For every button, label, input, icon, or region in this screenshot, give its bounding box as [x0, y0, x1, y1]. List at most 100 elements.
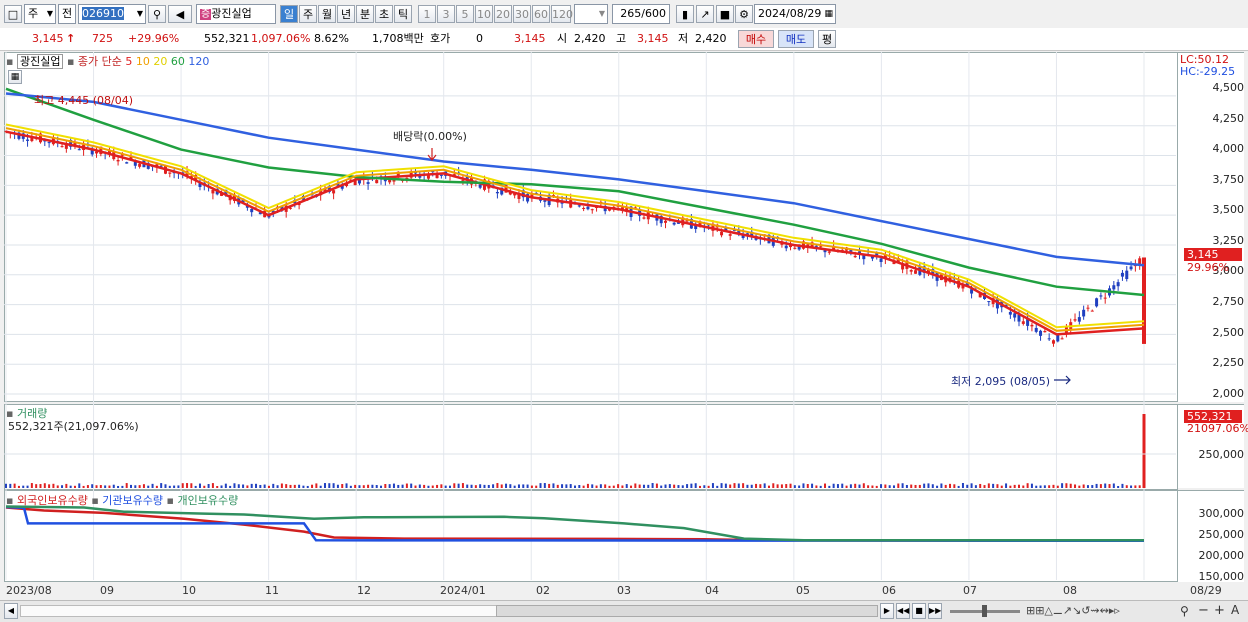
text-tool-icon[interactable]: A — [1231, 603, 1239, 617]
candle-body — [1008, 311, 1012, 315]
interval-5[interactable]: 5 — [456, 5, 474, 23]
candle-body — [1120, 272, 1124, 277]
gear-icon[interactable]: ⚙ — [735, 5, 753, 23]
volume-bar — [548, 483, 551, 488]
volume-bar — [591, 484, 594, 488]
volume-bar — [1043, 485, 1046, 488]
search-icon[interactable]: ⚲ — [148, 5, 166, 23]
volume-bar — [276, 485, 279, 488]
speaker-icon[interactable]: ◀ — [168, 5, 192, 23]
period-second[interactable]: 초 — [375, 5, 393, 23]
volume-bar — [474, 485, 477, 488]
candle-body — [1090, 310, 1094, 312]
stock-name-field[interactable]: 증광진실업 — [196, 4, 276, 24]
x-axis-end-label: 08/29 — [1190, 584, 1222, 597]
volume-bar — [479, 484, 482, 488]
volume-bar — [302, 485, 305, 488]
zoom-search-icon[interactable]: ⚲ — [1180, 604, 1189, 618]
period-tick[interactable]: 틱 — [394, 5, 412, 23]
volume-bar — [737, 483, 740, 488]
chart-window-icon[interactable]: □ — [4, 5, 22, 23]
prev-select[interactable]: 전 — [58, 4, 76, 24]
volume-bar — [884, 484, 887, 488]
candle-type-icon[interactable]: ▮ — [676, 5, 694, 23]
volume-bar — [992, 483, 995, 488]
stop-icon[interactable]: ■ — [912, 603, 926, 619]
volume-bar — [99, 485, 102, 488]
interval-1[interactable]: 1 — [418, 5, 436, 23]
volume-bar — [651, 483, 654, 488]
interval-60[interactable]: 60 — [532, 5, 550, 23]
skip-forward-icon[interactable]: ▶▶ — [928, 603, 942, 619]
draw-tool-icon[interactable]: ↗ — [696, 5, 714, 23]
zoom-out-icon[interactable]: − — [1198, 603, 1209, 618]
interval-20[interactable]: 20 — [494, 5, 512, 23]
price-ytick: 3,250 — [1212, 234, 1245, 247]
volume-bar — [1095, 483, 1098, 488]
volume-bar — [552, 483, 555, 488]
volume-bar — [104, 485, 107, 488]
stock-code-input[interactable]: 026910 ▼ — [78, 4, 146, 24]
interval-3[interactable]: 3 — [437, 5, 455, 23]
volume-badge-pct: 21097.06% — [1187, 422, 1248, 435]
period-year[interactable]: 년 — [337, 5, 355, 23]
volume-bar — [91, 484, 94, 488]
volume-bar — [923, 483, 926, 488]
volume-bar — [599, 484, 602, 488]
period-month[interactable]: 월 — [318, 5, 336, 23]
volume-bar — [811, 483, 814, 488]
volume-ytick: 250,000 — [1198, 448, 1245, 461]
period-type-select[interactable]: 주 ▼ — [24, 4, 56, 24]
candle-body — [1013, 313, 1017, 318]
candle-body — [1051, 340, 1055, 344]
volume-bar — [436, 484, 439, 488]
drawing-tools-icon[interactable]: ⊞⊞△⚊↗↘↺⇝↭▸▹ — [1026, 604, 1120, 617]
date-input[interactable]: 2024/08/29 ▦ — [754, 4, 836, 24]
volume-bar — [789, 483, 792, 488]
stock-name-value: 광진실업 — [211, 7, 252, 20]
volume-bar — [453, 483, 456, 488]
candle-body — [784, 245, 788, 249]
count-input[interactable]: 265/600 — [612, 4, 670, 24]
hoga-label: 호가 — [430, 32, 451, 45]
interval-custom-select[interactable]: ▼ — [574, 4, 608, 24]
zoom-slider-handle[interactable] — [982, 605, 987, 617]
scroll-right-icon[interactable]: ▶ — [880, 603, 894, 619]
save-icon[interactable]: ■ — [716, 5, 734, 23]
open-price: 2,420 — [574, 32, 606, 45]
volume-bar — [983, 485, 986, 488]
eval-button[interactable]: 평 — [818, 30, 836, 48]
interval-10[interactable]: 10 — [475, 5, 493, 23]
interval-30[interactable]: 30 — [513, 5, 531, 23]
candle-body — [1039, 330, 1043, 336]
volume-bar — [711, 483, 714, 488]
volume-bar — [720, 483, 723, 488]
volume-bar — [1121, 483, 1124, 488]
sell-button[interactable]: 매도 — [778, 30, 814, 48]
scroll-left-icon[interactable]: ◀ — [4, 603, 18, 619]
volume-bar — [9, 483, 12, 488]
ma-line-20 — [5, 123, 1145, 329]
zoom-in-icon[interactable]: + — [1214, 603, 1225, 618]
period-week[interactable]: 주 — [299, 5, 317, 23]
skip-back-icon[interactable]: ◀◀ — [896, 603, 910, 619]
interval-120[interactable]: 120 — [551, 5, 573, 23]
volume-bar — [151, 483, 154, 488]
prev-label: 전 — [62, 7, 73, 20]
volume-bar — [815, 485, 818, 488]
period-day[interactable]: 일 — [280, 5, 298, 23]
candle-body — [366, 182, 370, 184]
period-minute[interactable]: 분 — [356, 5, 374, 23]
volume-bar — [755, 483, 758, 488]
candle-body — [582, 207, 586, 209]
volume-bar — [910, 484, 913, 488]
calendar-icon[interactable]: ▦ — [8, 70, 22, 84]
candle-body — [1034, 327, 1038, 332]
volume-bar — [1125, 485, 1128, 488]
buy-button[interactable]: 매수 — [738, 30, 774, 48]
volume-bar — [759, 484, 762, 488]
x-axis-label: 12 — [357, 584, 371, 597]
high-price: 3,145 — [637, 32, 669, 45]
scrollbar-thumb[interactable] — [496, 605, 878, 617]
volume-bar — [246, 485, 249, 488]
